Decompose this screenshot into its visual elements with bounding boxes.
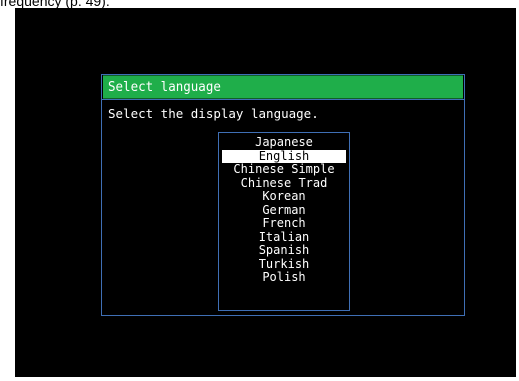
select-language-dialog: Select language Select the display langu… <box>101 74 465 316</box>
language-option-chinese-trad[interactable]: Chinese Trad <box>222 176 346 191</box>
language-option-chinese-simple[interactable]: Chinese Simple <box>222 162 346 177</box>
dialog-title: Select language <box>103 75 463 99</box>
page: frequency (p. 49). Select language Selec… <box>0 0 519 381</box>
language-option-japanese[interactable]: Japanese <box>222 135 346 150</box>
language-list[interactable]: Japanese English Chinese Simple Chinese … <box>218 132 350 311</box>
document-caption: frequency (p. 49). <box>0 0 110 9</box>
dialog-prompt: Select the display language. <box>108 106 319 121</box>
language-option-spanish[interactable]: Spanish <box>222 243 346 258</box>
language-option-french[interactable]: French <box>222 216 346 231</box>
language-option-german[interactable]: German <box>222 203 346 218</box>
device-screen: Select language Select the display langu… <box>15 8 516 377</box>
language-option-english[interactable]: English <box>222 149 346 163</box>
language-option-polish[interactable]: Polish <box>222 270 346 285</box>
language-option-turkish[interactable]: Turkish <box>222 257 346 272</box>
language-option-korean[interactable]: Korean <box>222 189 346 204</box>
dialog-divider <box>102 99 464 100</box>
language-option-italian[interactable]: Italian <box>222 230 346 245</box>
